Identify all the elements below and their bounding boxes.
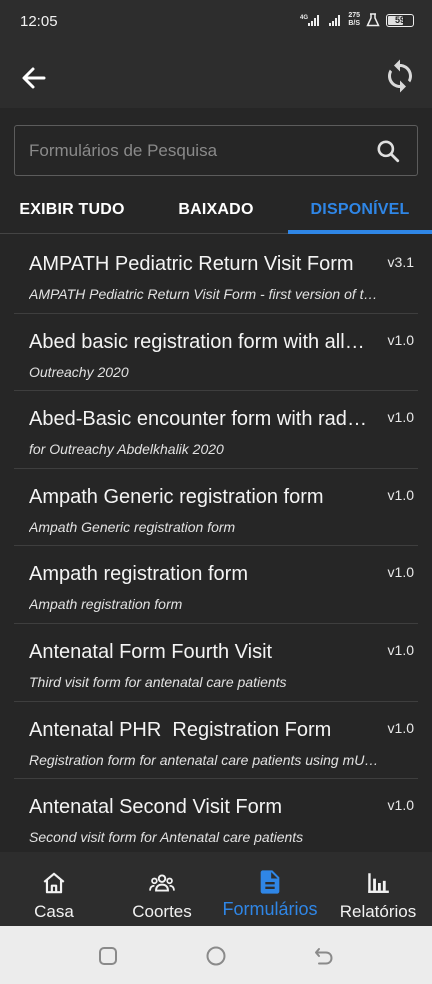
form-description: Registration form for antenatal care pat…: [29, 751, 385, 768]
form-version: v1.0: [387, 486, 414, 503]
nav-item-forms[interactable]: Formulários: [216, 852, 324, 926]
form-version: v1.0: [387, 719, 414, 736]
search-box[interactable]: [14, 125, 418, 176]
form-title: Ampath Generic registration form: [29, 485, 324, 508]
form-list-item[interactable]: Abed-Basic encounter form with radio but…: [14, 391, 418, 469]
form-title: Antenatal Form Fourth Visit: [29, 640, 273, 663]
network-speed: 275 B/S: [348, 12, 360, 27]
form-title: Ampath registration form: [29, 563, 248, 586]
bar-chart-icon: [368, 873, 389, 893]
flask-icon: [366, 13, 380, 27]
form-list-item[interactable]: Antenatal Form Fourth Visit v1.0 Third v…: [14, 624, 418, 702]
form-version: v1.0: [387, 409, 414, 426]
group-icon: [149, 874, 175, 892]
tab-bar: EXIBIR TUDO BAIXADO DISPONÍVEL: [0, 186, 432, 234]
form-list-item[interactable]: Abed basic registration form with all fi…: [14, 314, 418, 392]
form-version: v1.0: [387, 331, 414, 348]
battery-icon: 59: [386, 13, 414, 27]
form-version: v1.0: [387, 564, 414, 581]
nav-label: Formulários: [222, 899, 318, 919]
form-description: Ampath registration form: [29, 596, 183, 613]
form-version: v1.0: [387, 641, 414, 658]
tab-indicator: [288, 230, 432, 234]
form-list-item[interactable]: AMPATH Pediatric Return Visit Form v3.1 …: [14, 236, 418, 314]
search-icon[interactable]: [375, 138, 401, 164]
form-list-item[interactable]: Ampath registration form v1.0 Ampath reg…: [14, 546, 418, 624]
form-list: AMPATH Pediatric Return Visit Form v3.1 …: [0, 236, 432, 852]
home-circle-icon[interactable]: [205, 945, 227, 967]
back-nav-icon[interactable]: [313, 945, 335, 967]
form-list-item[interactable]: Antenatal Second Visit Form v1.0 Second …: [14, 779, 418, 852]
form-title: Abed basic registration form with all fi…: [29, 330, 369, 353]
form-title: Antenatal Second Visit Form: [29, 796, 283, 819]
nav-item-cohorts[interactable]: Coortes: [108, 852, 216, 926]
system-navigation-bar: [0, 926, 432, 984]
form-title: AMPATH Pediatric Return Visit Form: [29, 253, 354, 275]
app-bar: [0, 44, 432, 108]
status-icons: 4G 275 B/S 59: [300, 12, 414, 28]
bottom-navigation: Casa Coortes Formulários Relatórios: [0, 852, 432, 926]
nav-item-reports[interactable]: Relatórios: [324, 852, 432, 926]
nav-label: Relatórios: [339, 902, 417, 921]
form-version: v1.0: [387, 797, 414, 814]
battery-level: 59: [394, 15, 405, 25]
tab-show-all[interactable]: EXIBIR TUDO: [0, 186, 144, 233]
tab-available[interactable]: DISPONÍVEL: [288, 186, 432, 233]
signal-icon: [329, 15, 341, 26]
content-area: EXIBIR TUDO BAIXADO DISPONÍVEL AMPATH Pe…: [0, 108, 432, 852]
arrow-left-icon[interactable]: [18, 62, 50, 94]
recent-apps-icon[interactable]: [97, 945, 119, 967]
form-description: AMPATH Pediatric Return Visit Form - fir…: [29, 286, 385, 302]
status-time: 12:05: [20, 13, 58, 30]
form-description: Ampath Generic registration form: [29, 518, 236, 535]
nav-label: Coortes: [132, 902, 192, 921]
form-version: v3.1: [387, 254, 414, 270]
sync-icon[interactable]: [382, 58, 418, 94]
form-title: Antenatal PHR Registration Form: [29, 718, 332, 741]
signal-4g-icon: 4G: [300, 15, 320, 26]
svg-text:4G: 4G: [300, 15, 308, 21]
form-title: Abed-Basic encounter form with radio but…: [29, 408, 369, 431]
status-bar: 12:05 4G 275 B/S 59: [0, 0, 432, 44]
form-description: Third visit form for antenatal care pati…: [29, 673, 287, 690]
document-icon: [260, 870, 280, 894]
form-list-item[interactable]: Ampath Generic registration form v1.0 Am…: [14, 469, 418, 547]
form-list-item[interactable]: Antenatal PHR Registration Form v1.0 Reg…: [14, 702, 418, 780]
home-icon: [43, 872, 65, 894]
tab-downloaded[interactable]: BAIXADO: [144, 186, 288, 233]
form-description: Outreachy 2020: [29, 363, 129, 380]
form-description: Second visit form for Antenatal care pat…: [29, 829, 304, 846]
search-input[interactable]: [29, 126, 359, 175]
nav-item-home[interactable]: Casa: [0, 852, 108, 926]
form-description: for Outreachy Abdelkhalik 2020: [29, 441, 224, 458]
nav-label: Casa: [34, 902, 74, 921]
